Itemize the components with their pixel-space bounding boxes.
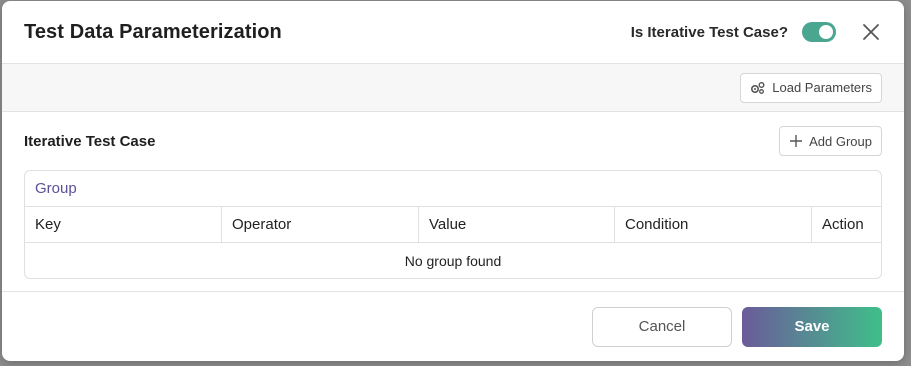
cancel-button[interactable]: Cancel <box>592 306 732 347</box>
close-button[interactable] <box>860 21 882 43</box>
plus-icon <box>790 135 803 147</box>
column-header-operator: Operator <box>222 207 419 242</box>
dialog-title: Test Data Parameterization <box>24 20 282 43</box>
add-group-label: Add Group <box>809 133 872 149</box>
parameterization-dialog: Test Data Parameterization Is Iterative … <box>2 1 904 361</box>
group-table-header: Key Operator Value Condition Action <box>25 207 881 243</box>
save-button[interactable]: Save <box>742 306 882 347</box>
section-header: Iterative Test Case Add Group <box>24 124 882 158</box>
column-header-action: Action <box>822 216 864 233</box>
column-header-condition: Condition <box>615 207 812 242</box>
iterative-toggle[interactable] <box>802 22 836 42</box>
group-title: Group <box>25 171 881 207</box>
section-title: Iterative Test Case <box>24 132 156 150</box>
dialog-toolbar: Load Parameters <box>2 64 904 112</box>
toggle-knob <box>819 25 833 39</box>
dialog-footer: Cancel Save <box>2 291 904 361</box>
iterative-label: Is Iterative Test Case? <box>630 23 788 41</box>
group-card: Group Key Operator Value Condition Actio… <box>24 170 882 279</box>
gears-icon <box>751 81 765 94</box>
dialog-header: Test Data Parameterization Is Iterative … <box>2 1 904 64</box>
empty-state: No group found <box>404 252 502 269</box>
load-parameters-label: Load Parameters <box>772 80 872 95</box>
column-header-value: Value <box>419 207 615 242</box>
add-group-button[interactable]: Add Group <box>779 126 882 156</box>
load-parameters-button[interactable]: Load Parameters <box>740 72 882 103</box>
dialog-content: Iterative Test Case Add Group Group Key … <box>2 112 904 279</box>
column-header-key: Key <box>25 207 222 242</box>
close-icon <box>863 24 879 40</box>
